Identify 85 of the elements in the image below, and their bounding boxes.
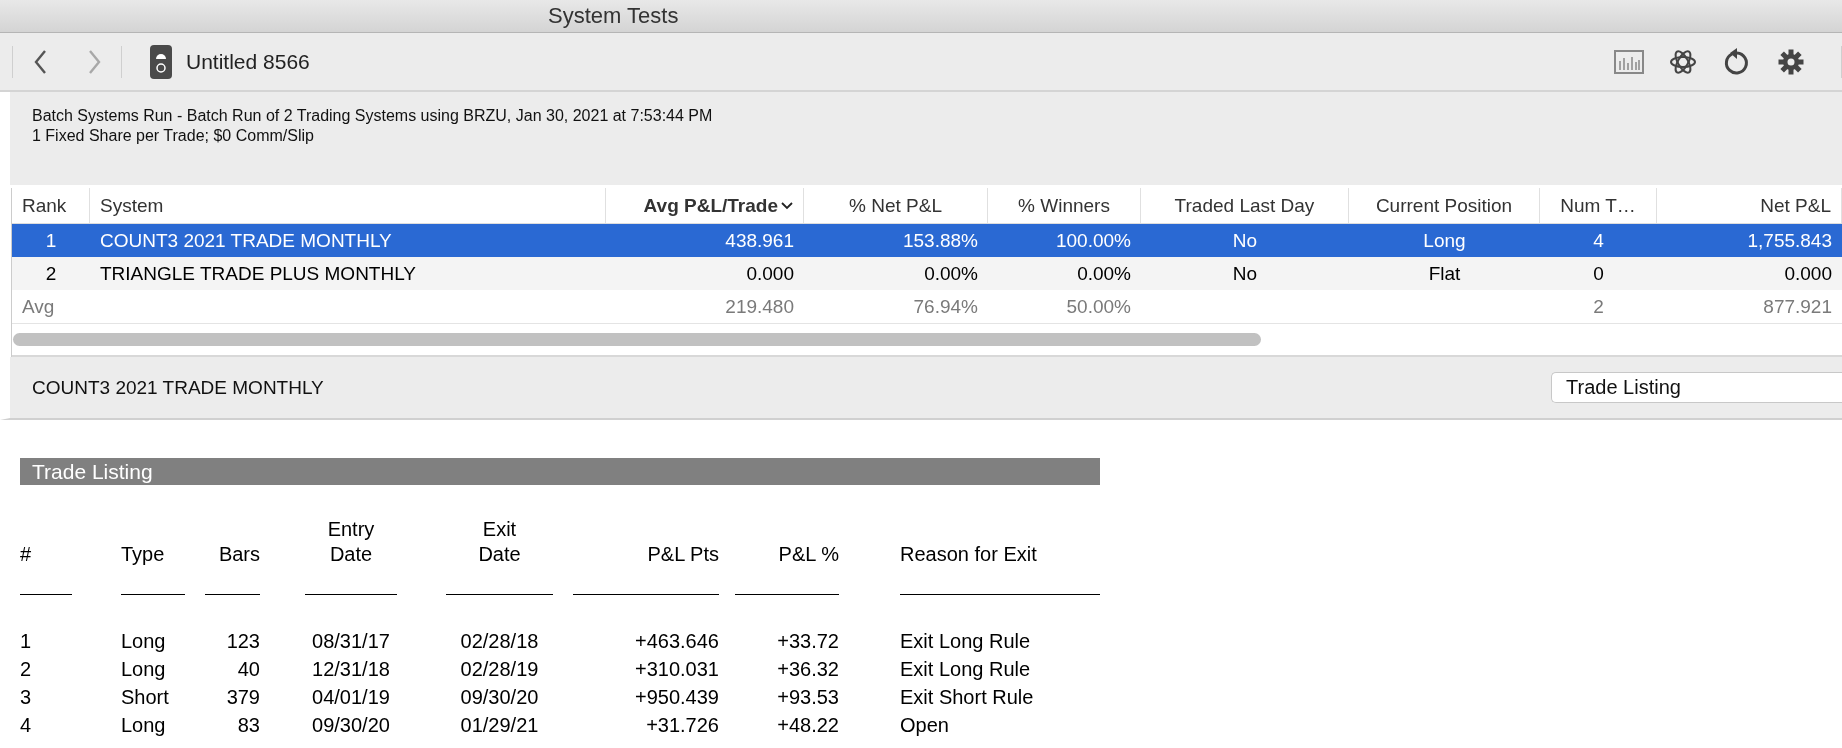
listing-cell-text: 83 bbox=[236, 713, 260, 738]
listing-cell-text: 12/31/18 bbox=[311, 657, 391, 682]
listing-cell-text: 40 bbox=[236, 657, 260, 682]
listing-cell-text: 01/29/21 bbox=[459, 713, 540, 738]
listing-cell-text: Long bbox=[121, 629, 167, 654]
column-header[interactable]: Traded Last Day bbox=[1141, 188, 1349, 223]
table-cell-text: 438.961 bbox=[724, 229, 795, 252]
run-info-text: Batch Systems Run - Batch Run of 2 Trading Systems using BRZU, Jan 30, 2021 at 7:53:44 PM bbox=[32, 106, 714, 126]
table-cell-text: 4 bbox=[1592, 229, 1605, 252]
column-header[interactable]: Net P&L bbox=[1657, 188, 1842, 223]
table-cell-text: Long bbox=[1422, 229, 1467, 252]
run-info-text: 1 Fixed Share per Trade; $0 Comm/Slip bbox=[32, 126, 315, 146]
table-cell-text: 100.00% bbox=[1055, 229, 1132, 252]
listing-header: P&L Pts bbox=[646, 542, 719, 567]
listing-cell-text: 02/28/19 bbox=[459, 657, 540, 682]
column-header[interactable]: % Net P&L bbox=[804, 188, 988, 223]
listing-header: P&L % bbox=[777, 542, 839, 567]
listing-cell-text: +31.726 bbox=[645, 713, 719, 738]
column-header[interactable]: Current Position bbox=[1349, 188, 1540, 223]
listing-header: Entry Date bbox=[326, 517, 376, 567]
scrollbar[interactable] bbox=[13, 333, 1261, 346]
listing-cell-text: 04/01/19 bbox=[311, 685, 391, 710]
listing-cell-text: Exit Long Rule bbox=[900, 657, 1032, 682]
listing-cell-text: +463.646 bbox=[634, 629, 719, 654]
listing-cell-text: +310.031 bbox=[634, 657, 719, 682]
column-header[interactable]: Avg P&L/Trade bbox=[606, 188, 804, 223]
table-cell-text: No bbox=[1231, 262, 1259, 285]
listing-cell-text: +33.72 bbox=[776, 629, 839, 654]
table-cell-text: 0.00% bbox=[1076, 262, 1132, 285]
listing-cell-text: +48.22 bbox=[776, 713, 839, 738]
column-header[interactable]: Num T… bbox=[1540, 188, 1657, 223]
average-cell-text: 219.480 bbox=[724, 295, 795, 318]
table-cell-text: 1,755.843 bbox=[1746, 229, 1833, 252]
listing-cell-text: Long bbox=[121, 713, 167, 738]
document-icon bbox=[150, 44, 172, 79]
average-cell-text: 76.94% bbox=[912, 295, 979, 318]
listing-cell-text: Short bbox=[121, 685, 170, 710]
table-cell-text: No bbox=[1231, 229, 1259, 252]
listing-cell-text: 379 bbox=[225, 685, 260, 710]
listing-cell-text: 123 bbox=[225, 629, 260, 654]
table-cell-text: 0.000 bbox=[745, 262, 795, 285]
listing-cell-text: Exit Long Rule bbox=[900, 629, 1032, 654]
window-title: System Tests bbox=[548, 3, 679, 29]
table-cell-text: 0.00% bbox=[923, 262, 979, 285]
average-cell-text: Avg bbox=[21, 295, 56, 318]
table-cell-text: 0 bbox=[1592, 262, 1605, 285]
listing-cell-text: +93.53 bbox=[776, 685, 839, 710]
listing-cell-text: 02/28/18 bbox=[459, 629, 540, 654]
table-cell-text: COUNT3 2021 TRADE MONTHLY bbox=[99, 229, 393, 252]
chevron-down-icon bbox=[781, 201, 793, 210]
listing-header: Exit Date bbox=[477, 517, 522, 567]
listing-cell-text: Long bbox=[121, 657, 167, 682]
listing-cell-text: Exit Short Rule bbox=[900, 685, 1035, 710]
table-cell-text: 0.000 bbox=[1783, 262, 1833, 285]
column-header[interactable]: System bbox=[90, 188, 606, 223]
listing-header: Bars bbox=[217, 542, 260, 567]
listing-cell-text: 4 bbox=[20, 713, 33, 738]
table-row[interactable]: 2 TRIANGLE TRADE PLUS MONTHLY 0.000 0.00% 0.00% No Flat 0 0.000 bbox=[12, 257, 1842, 290]
average-cell-text: 877.921 bbox=[1762, 295, 1833, 318]
table-cell-text: TRIANGLE TRADE PLUS MONTHLY bbox=[99, 262, 418, 285]
listing-cell-text: 08/31/17 bbox=[311, 629, 391, 654]
section-header: Trade Listing bbox=[20, 458, 1100, 485]
listing-cell-text: 09/30/20 bbox=[459, 685, 540, 710]
listing-cell-text: 3 bbox=[20, 685, 33, 710]
table-cell-text: Flat bbox=[1427, 262, 1462, 285]
average-cell-text: 2 bbox=[1592, 295, 1605, 318]
document-title: Untitled 8566 bbox=[186, 49, 310, 74]
listing-cell-text: +950.439 bbox=[634, 685, 719, 710]
listing-header: # bbox=[20, 542, 33, 567]
table-cell-text: 1 bbox=[44, 229, 58, 252]
average-cell-text: 50.00% bbox=[1065, 295, 1132, 318]
listing-cell-text: 1 bbox=[20, 629, 33, 654]
system-name: COUNT3 2021 TRADE MONTHLY bbox=[32, 376, 324, 399]
table-cell-text: 2 bbox=[44, 262, 58, 285]
table-cell-text: 153.88% bbox=[902, 229, 979, 252]
listing-header: Type bbox=[121, 542, 166, 567]
listing-cell-text: Open bbox=[900, 713, 950, 738]
listing-cell-text: +36.32 bbox=[776, 657, 839, 682]
column-header[interactable]: Rank bbox=[12, 188, 90, 223]
table-row[interactable]: 1 COUNT3 2021 TRADE MONTHLY 438.961 153.88% 100.00% No Long 4 1,755.843 bbox=[12, 224, 1842, 257]
view-dropdown[interactable]: Trade Listing bbox=[1551, 372, 1842, 403]
listing-cell-text: 09/30/20 bbox=[311, 713, 391, 738]
listing-cell-text: 2 bbox=[20, 657, 33, 682]
column-header[interactable]: % Winners bbox=[988, 188, 1141, 223]
listing-header: Reason for Exit bbox=[900, 542, 1038, 567]
